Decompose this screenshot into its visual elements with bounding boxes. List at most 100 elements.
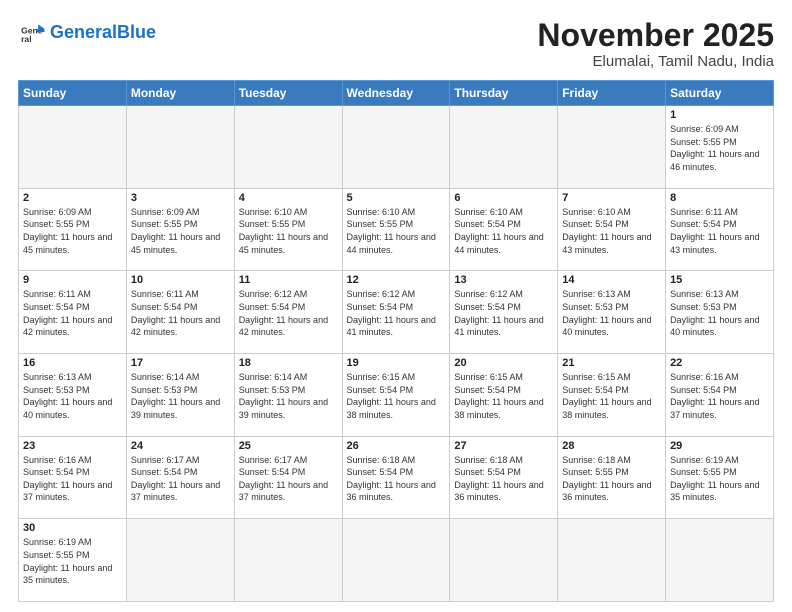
day-info: Sunrise: 6:17 AMSunset: 5:54 PMDaylight:… <box>239 454 338 504</box>
day-number: 24 <box>131 440 230 452</box>
calendar-cell <box>558 519 666 602</box>
calendar-header: Sunday Monday Tuesday Wednesday Thursday… <box>19 81 774 106</box>
page: Gene ral GeneralBlue November 2025 Eluma… <box>0 0 792 612</box>
day-info: Sunrise: 6:18 AMSunset: 5:54 PMDaylight:… <box>347 454 446 504</box>
day-number: 27 <box>454 440 553 452</box>
calendar-cell: 17 Sunrise: 6:14 AMSunset: 5:53 PMDaylig… <box>126 354 234 437</box>
svg-text:ral: ral <box>21 34 31 44</box>
day-number: 4 <box>239 192 338 204</box>
day-number: 3 <box>131 192 230 204</box>
day-info: Sunrise: 6:19 AMSunset: 5:55 PMDaylight:… <box>23 536 122 586</box>
col-friday: Friday <box>558 81 666 106</box>
day-info: Sunrise: 6:12 AMSunset: 5:54 PMDaylight:… <box>347 288 446 338</box>
calendar-cell: 10 Sunrise: 6:11 AMSunset: 5:54 PMDaylig… <box>126 271 234 354</box>
day-info: Sunrise: 6:18 AMSunset: 5:54 PMDaylight:… <box>454 454 553 504</box>
col-wednesday: Wednesday <box>342 81 450 106</box>
calendar-cell: 9 Sunrise: 6:11 AMSunset: 5:54 PMDayligh… <box>19 271 127 354</box>
calendar-cell: 29 Sunrise: 6:19 AMSunset: 5:55 PMDaylig… <box>666 436 774 519</box>
calendar-cell <box>450 519 558 602</box>
day-info: Sunrise: 6:11 AMSunset: 5:54 PMDaylight:… <box>23 288 122 338</box>
calendar-cell <box>126 106 234 189</box>
calendar-cell: 11 Sunrise: 6:12 AMSunset: 5:54 PMDaylig… <box>234 271 342 354</box>
day-number: 5 <box>347 192 446 204</box>
calendar-cell: 12 Sunrise: 6:12 AMSunset: 5:54 PMDaylig… <box>342 271 450 354</box>
day-number: 12 <box>347 274 446 286</box>
calendar-cell: 23 Sunrise: 6:16 AMSunset: 5:54 PMDaylig… <box>19 436 127 519</box>
day-info: Sunrise: 6:16 AMSunset: 5:54 PMDaylight:… <box>23 454 122 504</box>
day-number: 9 <box>23 274 122 286</box>
day-number: 20 <box>454 357 553 369</box>
logo-icon: Gene ral <box>18 18 46 46</box>
day-number: 13 <box>454 274 553 286</box>
location-title: Elumalai, Tamil Nadu, India <box>537 53 774 70</box>
day-number: 7 <box>562 192 661 204</box>
day-info: Sunrise: 6:10 AMSunset: 5:54 PMDaylight:… <box>562 206 661 256</box>
calendar-cell: 28 Sunrise: 6:18 AMSunset: 5:55 PMDaylig… <box>558 436 666 519</box>
calendar-cell <box>234 519 342 602</box>
day-info: Sunrise: 6:09 AMSunset: 5:55 PMDaylight:… <box>23 206 122 256</box>
col-saturday: Saturday <box>666 81 774 106</box>
day-info: Sunrise: 6:12 AMSunset: 5:54 PMDaylight:… <box>454 288 553 338</box>
day-info: Sunrise: 6:13 AMSunset: 5:53 PMDaylight:… <box>23 371 122 421</box>
logo-general: General <box>50 22 117 42</box>
day-number: 22 <box>670 357 769 369</box>
logo-text: GeneralBlue <box>50 23 156 41</box>
day-info: Sunrise: 6:15 AMSunset: 5:54 PMDaylight:… <box>562 371 661 421</box>
day-number: 15 <box>670 274 769 286</box>
calendar-cell <box>666 519 774 602</box>
col-sunday: Sunday <box>19 81 127 106</box>
day-number: 8 <box>670 192 769 204</box>
col-thursday: Thursday <box>450 81 558 106</box>
day-number: 25 <box>239 440 338 452</box>
day-info: Sunrise: 6:19 AMSunset: 5:55 PMDaylight:… <box>670 454 769 504</box>
calendar-cell: 5 Sunrise: 6:10 AMSunset: 5:55 PMDayligh… <box>342 188 450 271</box>
day-info: Sunrise: 6:14 AMSunset: 5:53 PMDaylight:… <box>239 371 338 421</box>
day-number: 1 <box>670 109 769 121</box>
header: Gene ral GeneralBlue November 2025 Eluma… <box>18 18 774 70</box>
day-info: Sunrise: 6:10 AMSunset: 5:55 PMDaylight:… <box>347 206 446 256</box>
day-info: Sunrise: 6:13 AMSunset: 5:53 PMDaylight:… <box>670 288 769 338</box>
calendar-cell: 18 Sunrise: 6:14 AMSunset: 5:53 PMDaylig… <box>234 354 342 437</box>
calendar-cell: 22 Sunrise: 6:16 AMSunset: 5:54 PMDaylig… <box>666 354 774 437</box>
day-number: 2 <box>23 192 122 204</box>
logo: Gene ral GeneralBlue <box>18 18 156 46</box>
calendar-cell: 2 Sunrise: 6:09 AMSunset: 5:55 PMDayligh… <box>19 188 127 271</box>
day-info: Sunrise: 6:15 AMSunset: 5:54 PMDaylight:… <box>454 371 553 421</box>
calendar-cell: 15 Sunrise: 6:13 AMSunset: 5:53 PMDaylig… <box>666 271 774 354</box>
month-title: November 2025 <box>537 18 774 53</box>
calendar-cell: 27 Sunrise: 6:18 AMSunset: 5:54 PMDaylig… <box>450 436 558 519</box>
day-number: 6 <box>454 192 553 204</box>
calendar-body: 1 Sunrise: 6:09 AMSunset: 5:55 PMDayligh… <box>19 106 774 602</box>
day-info: Sunrise: 6:18 AMSunset: 5:55 PMDaylight:… <box>562 454 661 504</box>
calendar-cell <box>234 106 342 189</box>
day-info: Sunrise: 6:14 AMSunset: 5:53 PMDaylight:… <box>131 371 230 421</box>
weekday-row: Sunday Monday Tuesday Wednesday Thursday… <box>19 81 774 106</box>
day-number: 17 <box>131 357 230 369</box>
day-info: Sunrise: 6:09 AMSunset: 5:55 PMDaylight:… <box>131 206 230 256</box>
calendar-cell: 19 Sunrise: 6:15 AMSunset: 5:54 PMDaylig… <box>342 354 450 437</box>
calendar-cell: 1 Sunrise: 6:09 AMSunset: 5:55 PMDayligh… <box>666 106 774 189</box>
day-number: 16 <box>23 357 122 369</box>
calendar-cell: 13 Sunrise: 6:12 AMSunset: 5:54 PMDaylig… <box>450 271 558 354</box>
day-number: 23 <box>23 440 122 452</box>
calendar-cell: 20 Sunrise: 6:15 AMSunset: 5:54 PMDaylig… <box>450 354 558 437</box>
day-info: Sunrise: 6:13 AMSunset: 5:53 PMDaylight:… <box>562 288 661 338</box>
day-info: Sunrise: 6:11 AMSunset: 5:54 PMDaylight:… <box>131 288 230 338</box>
calendar-cell <box>342 519 450 602</box>
day-info: Sunrise: 6:16 AMSunset: 5:54 PMDaylight:… <box>670 371 769 421</box>
day-info: Sunrise: 6:10 AMSunset: 5:54 PMDaylight:… <box>454 206 553 256</box>
day-number: 30 <box>23 522 122 534</box>
day-number: 26 <box>347 440 446 452</box>
calendar-cell <box>19 106 127 189</box>
calendar-cell: 25 Sunrise: 6:17 AMSunset: 5:54 PMDaylig… <box>234 436 342 519</box>
day-number: 21 <box>562 357 661 369</box>
calendar-cell: 30 Sunrise: 6:19 AMSunset: 5:55 PMDaylig… <box>19 519 127 602</box>
day-number: 19 <box>347 357 446 369</box>
calendar-cell: 16 Sunrise: 6:13 AMSunset: 5:53 PMDaylig… <box>19 354 127 437</box>
day-number: 14 <box>562 274 661 286</box>
calendar-cell <box>558 106 666 189</box>
day-info: Sunrise: 6:11 AMSunset: 5:54 PMDaylight:… <box>670 206 769 256</box>
calendar-cell: 7 Sunrise: 6:10 AMSunset: 5:54 PMDayligh… <box>558 188 666 271</box>
calendar-cell: 4 Sunrise: 6:10 AMSunset: 5:55 PMDayligh… <box>234 188 342 271</box>
day-info: Sunrise: 6:17 AMSunset: 5:54 PMDaylight:… <box>131 454 230 504</box>
